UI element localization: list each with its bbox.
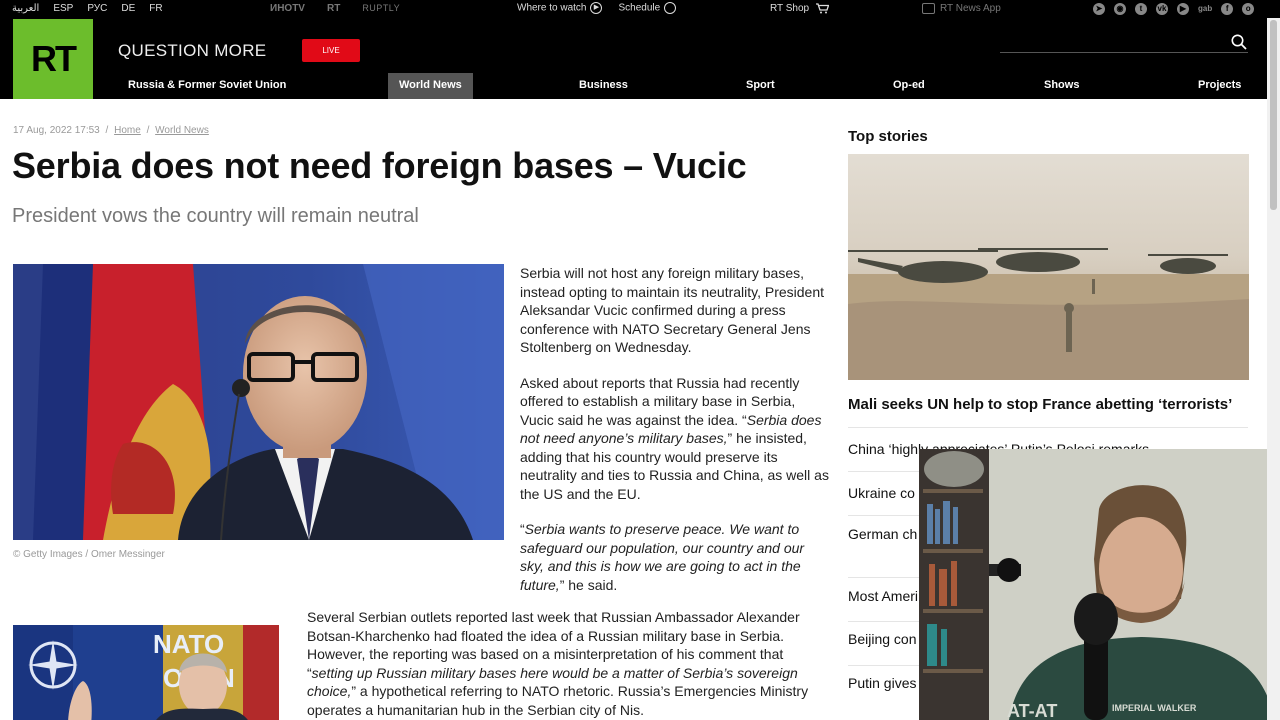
- rss-icon[interactable]: ◉: [1114, 3, 1126, 15]
- schedule-link[interactable]: Schedule: [618, 2, 677, 14]
- photo-caption: © Getty Images / Omer Messinger: [13, 549, 165, 560]
- news-app-label: RT News App: [940, 3, 1001, 15]
- vk-icon[interactable]: vk: [1156, 3, 1168, 15]
- utility-bar: العربية ESP РУС DE FR ИНОTV RT RUPTLY Wh…: [0, 0, 1280, 18]
- article-headline: Serbia does not need foreign bases – Vuc…: [12, 145, 747, 186]
- shop-label: RT Shop: [770, 3, 810, 15]
- nav-world-news[interactable]: World News: [388, 73, 473, 99]
- breadcrumb-separator: /: [146, 125, 150, 136]
- social-links: ➤ ◉ t vk ▶ gab f o: [1093, 3, 1255, 15]
- utility-links: Where to watch ▶ Schedule: [517, 2, 677, 14]
- nav-sport[interactable]: Sport: [735, 73, 786, 99]
- gab-link[interactable]: gab: [1198, 3, 1212, 15]
- article-photo-vucic: [13, 264, 504, 540]
- paragraph-text: ” he said.: [559, 576, 618, 593]
- partner-links: ИНОTV RT RUPTLY: [270, 3, 400, 14]
- paragraph-text: ” a hypothetical referring to NATO rheto…: [307, 683, 809, 718]
- nav-projects[interactable]: Projects: [1187, 73, 1252, 99]
- article-body-top: Serbia will not host any foreign militar…: [520, 264, 830, 611]
- nav-shows[interactable]: Shows: [1033, 73, 1090, 99]
- breadcrumb-separator: /: [105, 125, 109, 136]
- youtube-icon[interactable]: ▶: [1177, 3, 1189, 15]
- breadcrumb-world-news[interactable]: World News: [155, 125, 209, 136]
- clock-icon: [664, 2, 677, 14]
- article-body-bottom: Several Serbian outlets reported last we…: [307, 608, 832, 720]
- nav-russia-former-soviet-union[interactable]: Russia & Former Soviet Union: [117, 73, 297, 99]
- shirt-subtext: IMPERIAL WALKER: [1112, 703, 1197, 713]
- article-paragraph: “Serbia wants to preserve peace. We want…: [520, 520, 830, 594]
- where-to-watch-label: Where to watch: [517, 2, 587, 14]
- facebook-icon[interactable]: f: [1221, 3, 1234, 15]
- top-stories-title: Top stories: [848, 128, 928, 145]
- search-input[interactable]: [1000, 52, 1248, 53]
- top-story-photo[interactable]: [848, 154, 1249, 380]
- odnoklassniki-icon[interactable]: o: [1242, 3, 1255, 15]
- article-date: 17 Aug, 2022 17:53: [13, 125, 100, 136]
- article-paragraph: Several Serbian outlets reported last we…: [307, 608, 832, 719]
- language-switcher: العربية ESP РУС DE FR: [12, 3, 163, 14]
- news-app-link[interactable]: RT News App: [922, 3, 1001, 14]
- partner-ruptly[interactable]: RUPTLY: [362, 3, 400, 14]
- paragraph-text: Serbia will not host any foreign militar…: [520, 265, 825, 355]
- main-nav: Russia & Former Soviet Union World News …: [0, 73, 1267, 99]
- breadcrumb-home[interactable]: Home: [114, 125, 141, 136]
- shop-link[interactable]: RT Shop: [770, 3, 830, 15]
- live-button[interactable]: LIVE: [302, 39, 360, 62]
- lang-german[interactable]: DE: [121, 3, 135, 14]
- article-paragraph: Asked about reports that Russia had rece…: [520, 374, 830, 504]
- shirt-text: AT-AT: [1007, 701, 1057, 720]
- site-header: RT QUESTION MORE LIVE Russia & Former So…: [0, 18, 1267, 99]
- webcam-overlay: AT-AT IMPERIAL WALKER: [919, 449, 1280, 720]
- lang-russian[interactable]: РУС: [87, 3, 107, 14]
- cart-icon: [815, 3, 830, 14]
- search-icon[interactable]: [1231, 34, 1247, 50]
- article-paragraph: Serbia will not host any foreign militar…: [520, 264, 830, 357]
- lang-spanish[interactable]: ESP: [53, 3, 73, 14]
- play-icon: ▶: [590, 2, 603, 14]
- partner-inotv[interactable]: ИНОTV: [270, 3, 305, 14]
- telegram-icon[interactable]: ➤: [1093, 3, 1105, 15]
- schedule-label: Schedule: [618, 2, 661, 14]
- partner-rt[interactable]: RT: [327, 3, 340, 14]
- lang-arabic[interactable]: العربية: [12, 3, 39, 14]
- nato-sign-text: NATO: [153, 629, 224, 659]
- scrollbar-thumb[interactable]: [1270, 20, 1277, 210]
- where-to-watch-link[interactable]: Where to watch ▶: [517, 2, 603, 14]
- twitter-icon[interactable]: t: [1135, 3, 1147, 15]
- top-story-headline[interactable]: Mali seeks UN help to stop France abetti…: [848, 396, 1248, 413]
- app-icon: [922, 3, 935, 14]
- article-subheadline: President vows the country will remain n…: [12, 205, 419, 227]
- tagline: QUESTION MORE: [118, 41, 267, 60]
- nav-business[interactable]: Business: [568, 73, 639, 99]
- page-scrollbar[interactable]: [1267, 18, 1280, 720]
- article-meta: 17 Aug, 2022 17:53 / Home / World News: [13, 125, 209, 136]
- nav-op-ed[interactable]: Op-ed: [882, 73, 936, 99]
- lang-french[interactable]: FR: [149, 3, 162, 14]
- article-photo-stoltenberg: NATO OTAN: [13, 625, 279, 720]
